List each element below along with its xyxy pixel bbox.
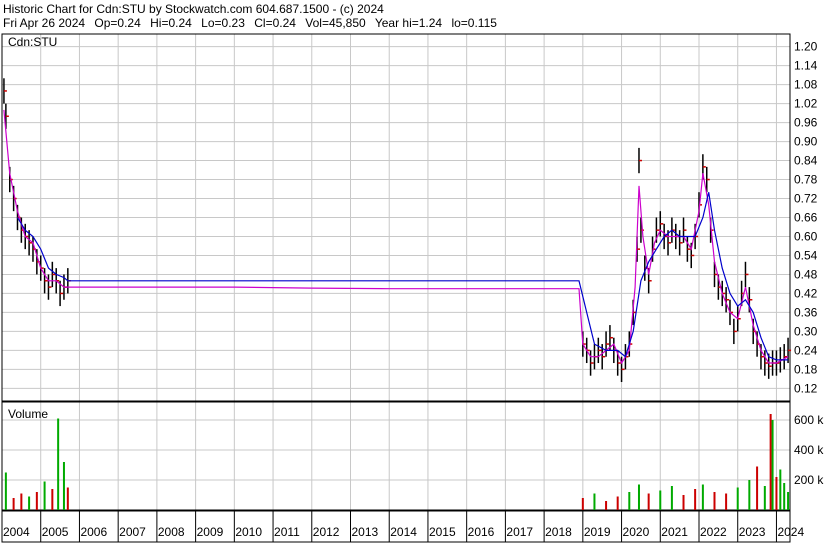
chart-canvas: 1.20 1.14 1.08 1.02 0.96 0.90 0.84 0.78 0.72 0.66… [1,33,824,543]
year-label: 2011 [274,525,300,539]
price-tick-label: 0.78 [794,173,818,187]
volume-bar [4,472,7,510]
year-label: 2007 [119,525,146,539]
year-label: 2019 [584,525,611,539]
price-tick-label: 0.12 [794,381,818,395]
price-tick-label: 0.72 [794,192,818,206]
volume-bar [637,484,640,510]
year-label: 2005 [42,525,69,539]
price-tick-label: 1.14 [794,59,818,73]
price-series-group [3,78,792,383]
year-label: 2006 [80,525,107,539]
volume-bar [20,493,23,510]
price-tick-label: 0.54 [794,248,818,262]
volume-bar [51,489,54,510]
symbol-label: Cdn:STU [8,35,57,49]
price-axis-ticks: 1.20 1.14 1.08 1.02 0.96 0.90 0.84 0.78 0.72 0.66… [794,40,818,396]
price-tick-label: 0.84 [794,154,818,168]
year-label: 2016 [468,525,495,539]
volume-axis-ticks: 600 k 400 k 200 k [794,413,824,487]
volume-bar [775,477,778,510]
volume-bar [581,498,584,510]
price-tick-label: 0.60 [794,229,818,243]
volume-bar [28,496,31,510]
volume-bar [769,414,772,510]
year-label: 2021 [661,525,688,539]
volume-gridlines [2,419,790,481]
volume-bar [787,492,790,510]
volume-tick-label: 400 k [794,443,824,457]
volume-bar [771,420,774,510]
year-label: 2009 [197,525,224,539]
volume-bar [763,486,766,510]
volume-bar [57,418,60,510]
stock-chart-page: Historic Chart for Cdn:STU by Stockwatch… [0,0,830,543]
volume-bar [43,481,46,510]
volume-bar [616,496,619,510]
volume-bar [756,466,759,510]
volume-bar [670,486,673,510]
year-axis-labels: 2004 2005 2006 2007 2008 2009 2010 2011 2012 2013… [3,525,804,539]
volume-bar [593,493,596,510]
price-tick-label: 0.90 [794,135,818,149]
volume-bar [66,487,69,510]
volume-bar [701,484,704,510]
year-label: 2020 [623,525,650,539]
volume-bar [725,493,728,510]
year-label: 2008 [158,525,185,539]
volume-bar [736,487,739,510]
price-tick-label: 0.48 [794,267,818,281]
volume-bar [659,490,662,510]
year-label: 2004 [3,525,30,539]
price-tick-label: 1.08 [794,78,818,92]
year-label: 2015 [429,525,456,539]
volume-bar [748,480,751,510]
year-label: 2022 [700,525,727,539]
price-tick-label: 0.96 [794,116,818,130]
volume-bar [713,492,716,510]
volume-bar [628,492,631,510]
year-label: 2014 [390,525,417,539]
volume-bar [647,493,650,510]
volume-bar [682,495,685,510]
volume-bar [35,492,38,510]
price-tick-label: 1.02 [794,97,818,111]
volume-bar [783,483,786,510]
price-tick-label: 1.20 [794,40,818,54]
volume-tick-label: 600 k [794,413,824,427]
volume-label: Volume [8,407,48,421]
volume-bars-group [4,414,790,510]
year-label: 2017 [506,525,533,539]
price-tick-label: 0.66 [794,211,818,225]
price-tick-label: 0.18 [794,362,818,376]
volume-tick-label: 200 k [794,473,824,487]
year-gridlines [40,34,777,542]
price-tick-label: 0.24 [794,343,818,357]
year-label: 2010 [235,525,262,539]
year-label: 2012 [313,525,340,539]
year-label: 2018 [545,525,572,539]
volume-bar [694,489,697,510]
year-label: 2013 [352,525,379,539]
year-label: 2024 [777,525,804,539]
volume-bar [779,469,782,510]
price-tick-label: 0.36 [794,305,818,319]
price-tick-label: 0.30 [794,324,818,338]
volume-bar [62,462,65,510]
volume-bar [605,501,608,510]
volume-bar [12,498,15,510]
price-tick-label: 0.42 [794,286,818,300]
year-label: 2023 [739,525,766,539]
